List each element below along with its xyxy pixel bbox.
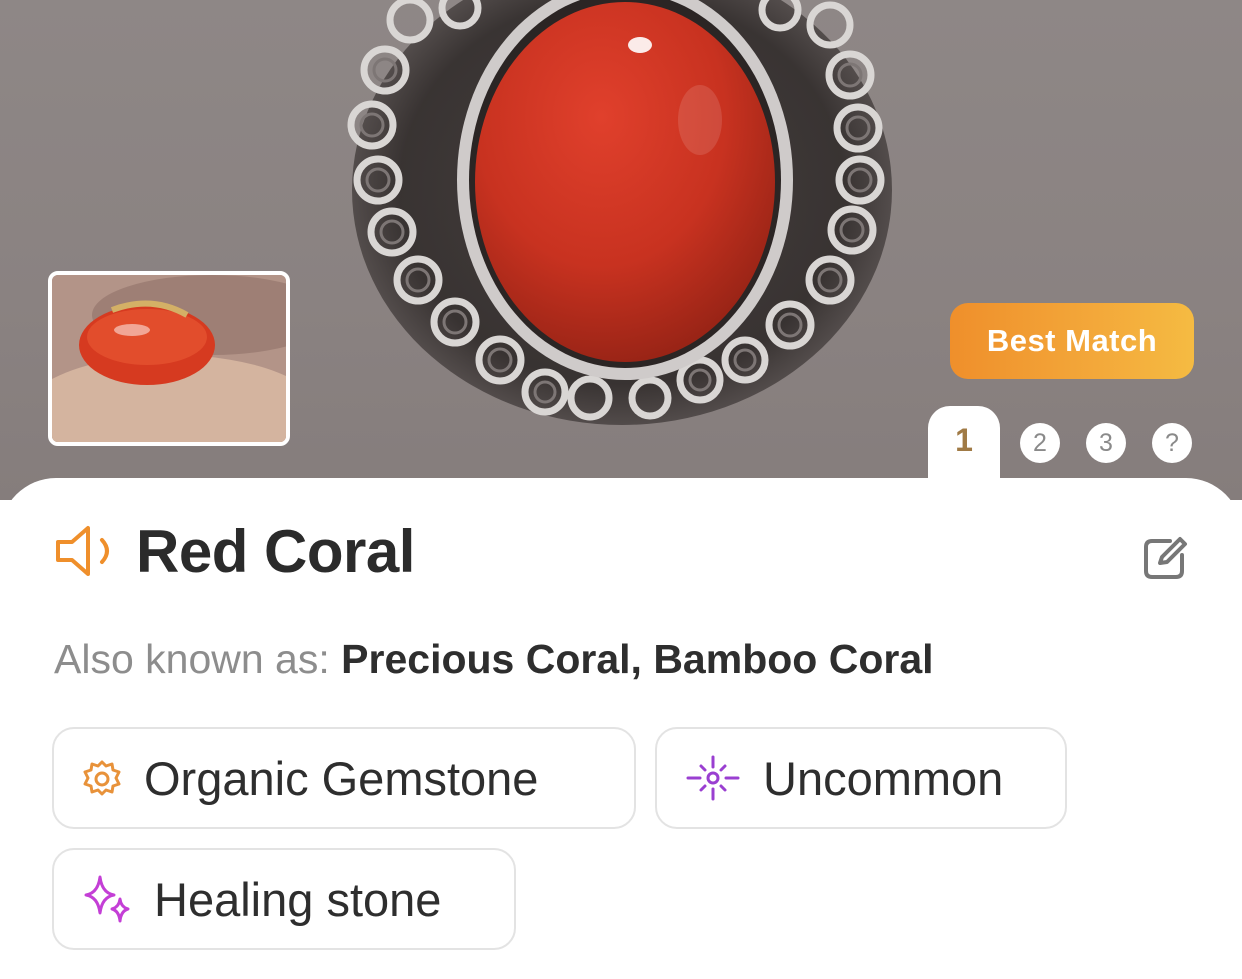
thumbnail-image — [52, 275, 286, 442]
also-known-as: Also known as: Precious Coral, Bamboo Co… — [54, 636, 934, 683]
result-title: Red Coral — [136, 517, 415, 585]
tag-label: Uncommon — [763, 751, 1004, 805]
tag-uncommon[interactable]: Uncommon — [655, 727, 1067, 829]
edit-icon[interactable] — [1140, 533, 1190, 583]
photo-thumbnail[interactable] — [48, 271, 290, 446]
page-tab-help[interactable]: ? — [1152, 423, 1192, 463]
title-row: Red Coral — [54, 517, 415, 585]
tag-label: Organic Gemstone — [144, 751, 539, 805]
best-match-badge: Best Match — [950, 303, 1194, 379]
tag-healing-stone[interactable]: Healing stone — [52, 848, 516, 950]
aka-value: Precious Coral, Bamboo Coral — [341, 636, 934, 682]
shell-icon — [83, 760, 121, 796]
aka-label: Also known as: — [54, 636, 330, 682]
page-tab-2[interactable]: 2 — [1020, 423, 1060, 463]
main-photo[interactable]: Best Match — [0, 0, 1242, 500]
sparkles-icon — [84, 875, 130, 923]
tag-label: Healing stone — [154, 872, 442, 926]
sparkle-burst-icon — [686, 755, 740, 801]
page-tab-3[interactable]: 3 — [1086, 423, 1126, 463]
tag-organic-gemstone[interactable]: Organic Gemstone — [52, 727, 636, 829]
speaker-icon[interactable] — [54, 523, 122, 579]
